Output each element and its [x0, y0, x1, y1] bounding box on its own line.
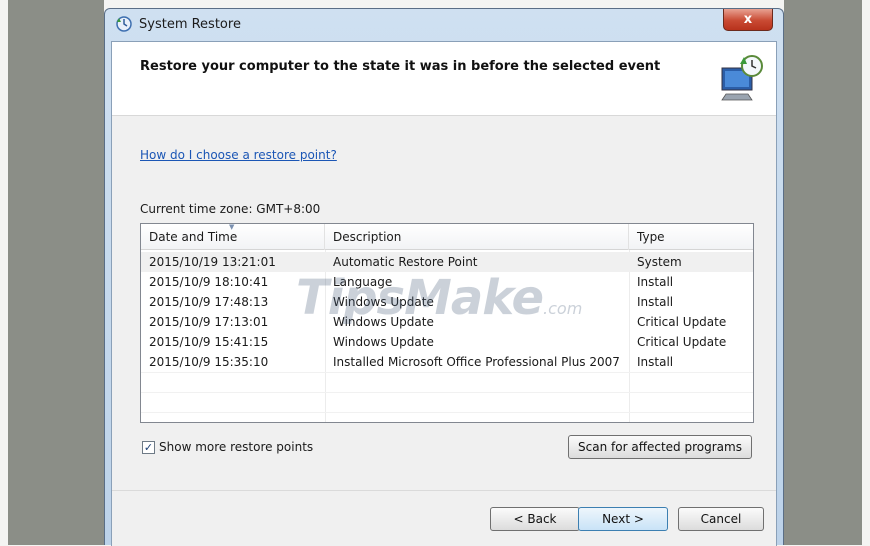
close-button[interactable]: x [723, 9, 773, 31]
cancel-button[interactable]: Cancel [678, 507, 764, 531]
window-title: System Restore [139, 17, 241, 32]
empty-row-line [141, 392, 753, 393]
footer-separator [112, 490, 776, 491]
table-row[interactable]: 2015/10/19 13:21:01 Automatic Restore Po… [141, 252, 753, 272]
next-button[interactable]: Next > [578, 507, 668, 531]
table-row[interactable]: 2015/10/9 15:35:10 Installed Microsoft O… [141, 352, 753, 372]
close-icon: x [743, 12, 753, 27]
scan-affected-programs-button[interactable]: Scan for affected programs [568, 435, 752, 459]
table-row[interactable]: 2015/10/9 15:41:15 Windows Update Critic… [141, 332, 753, 352]
show-more-checkbox[interactable]: ✓ [142, 440, 155, 454]
help-choose-restore-point-link[interactable]: How do I choose a restore point? [140, 148, 337, 162]
back-button[interactable]: < Back [490, 507, 580, 531]
empty-row-line [141, 372, 753, 373]
watermark-logo: TipsMake.com [296, 270, 583, 326]
column-header-type[interactable]: Type [629, 224, 753, 250]
list-header: ▼ Date and Time Description Type [141, 224, 753, 250]
dialog-header: Restore your computer to the state it wa… [112, 42, 776, 116]
restore-computer-icon [721, 55, 763, 101]
sort-caret-icon: ▼ [229, 223, 235, 231]
system-restore-app-icon [116, 16, 132, 32]
show-more-restore-points[interactable]: ✓ Show more restore points [142, 440, 313, 454]
column-header-date-time[interactable]: ▼ Date and Time [141, 224, 325, 250]
column-header-description[interactable]: Description [325, 224, 629, 250]
current-timezone-label: Current time zone: GMT+8:00 [140, 202, 321, 216]
system-restore-window: System Restore x Restore your computer t… [104, 8, 784, 546]
dialog-client-area: Restore your computer to the state it wa… [111, 41, 777, 546]
show-more-label: Show more restore points [159, 440, 314, 454]
page-title: Restore your computer to the state it wa… [140, 59, 661, 74]
title-bar[interactable]: System Restore x [105, 9, 783, 41]
empty-row-line [141, 412, 753, 413]
checkmark-icon: ✓ [143, 440, 154, 454]
